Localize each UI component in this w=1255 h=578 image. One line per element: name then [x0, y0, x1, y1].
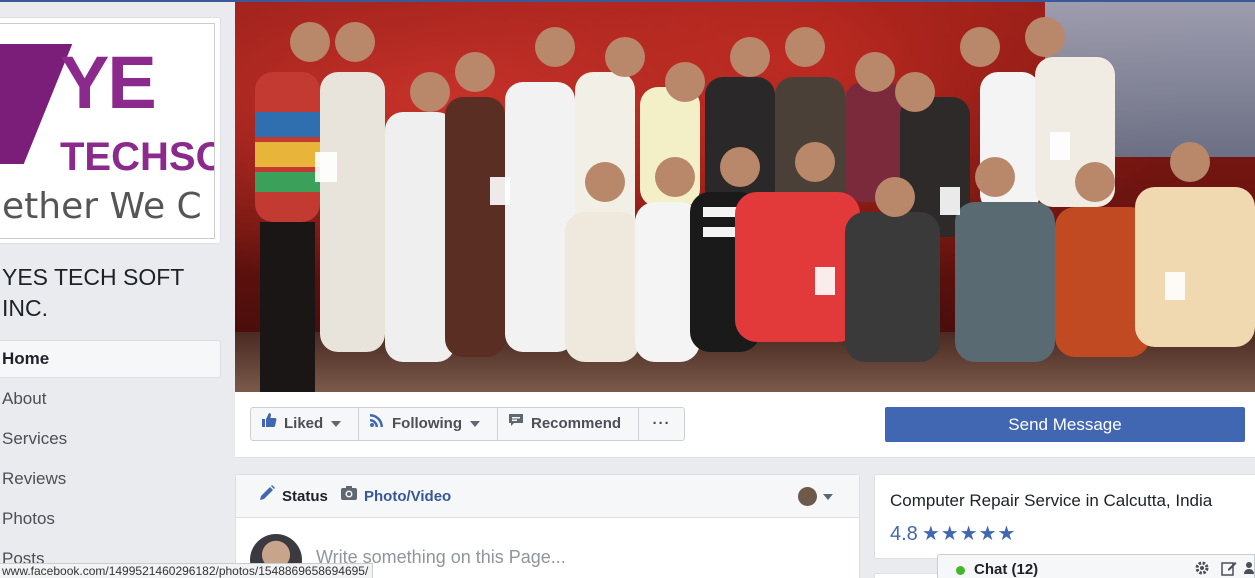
- page-rating[interactable]: 4.8 ★★★★★: [890, 521, 1016, 546]
- logo-image: YE TECHSO ether We C: [0, 23, 215, 239]
- chat-label: Chat (12): [974, 561, 1039, 578]
- tab-photo-video[interactable]: Photo/Video: [340, 475, 451, 518]
- logo-text-ye: YE: [60, 41, 157, 124]
- page-nav: Home About Services Reviews Photos Posts: [0, 340, 221, 578]
- thumbs-up-icon: [261, 408, 277, 440]
- nav-item-photos[interactable]: Photos: [0, 500, 221, 540]
- page-category[interactable]: Computer Repair Service in Calcutta, Ind…: [890, 491, 1212, 511]
- nav-item-reviews[interactable]: Reviews: [0, 460, 221, 500]
- star-rating-icon: ★★★★★: [921, 523, 1017, 545]
- tab-status-label: Status: [282, 488, 328, 505]
- chat-bar[interactable]: Chat (12): [937, 554, 1255, 578]
- rating-value: 4.8: [890, 523, 918, 545]
- rss-icon: [369, 408, 385, 440]
- chevron-down-icon: [469, 421, 480, 428]
- tab-status[interactable]: Status: [258, 475, 328, 518]
- nav-item-services[interactable]: Services: [0, 420, 221, 460]
- composer-header: Status Photo/Video: [236, 475, 859, 518]
- cover-photo[interactable]: [235, 2, 1255, 392]
- following-button[interactable]: Following: [358, 407, 498, 441]
- send-message-button[interactable]: Send Message: [885, 407, 1245, 442]
- compose-icon[interactable]: [1221, 560, 1237, 578]
- page-profile-picture[interactable]: YE TECHSO ether We C: [0, 17, 221, 244]
- page-info-card: Computer Repair Service in Calcutta, Ind…: [874, 474, 1255, 559]
- people-icon[interactable]: [1243, 560, 1255, 578]
- cover-group-photo: [255, 17, 1255, 392]
- logo-tagline: ether We C: [2, 186, 202, 227]
- pencil-icon: [258, 476, 276, 519]
- more-options-button[interactable]: ···: [638, 407, 685, 441]
- following-label: Following: [392, 415, 462, 432]
- liked-label: Liked: [284, 415, 324, 432]
- chevron-down-icon: [331, 421, 342, 428]
- camera-icon: [340, 476, 358, 519]
- nav-item-about[interactable]: About: [0, 380, 221, 420]
- page-title[interactable]: YES TECH SOFT INC.: [0, 262, 225, 324]
- online-status-icon: [956, 566, 965, 575]
- page-action-bar: Liked Following Recommend ··· Send Messa…: [235, 392, 1255, 458]
- logo-text-techsoft: TECHSO: [60, 135, 215, 179]
- liked-button[interactable]: Liked: [250, 407, 359, 441]
- avatar: [798, 487, 817, 506]
- tab-photo-label: Photo/Video: [364, 488, 452, 505]
- recommend-label: Recommend: [531, 415, 622, 432]
- browser-status-url: www.facebook.com/1499521460296182/photos…: [0, 563, 374, 578]
- nav-item-home[interactable]: Home: [0, 340, 221, 378]
- recommend-button[interactable]: Recommend: [497, 407, 639, 441]
- chevron-down-icon: [823, 493, 833, 500]
- gear-icon[interactable]: [1194, 560, 1210, 578]
- comment-icon: [508, 408, 524, 440]
- post-as-selector[interactable]: [798, 487, 833, 506]
